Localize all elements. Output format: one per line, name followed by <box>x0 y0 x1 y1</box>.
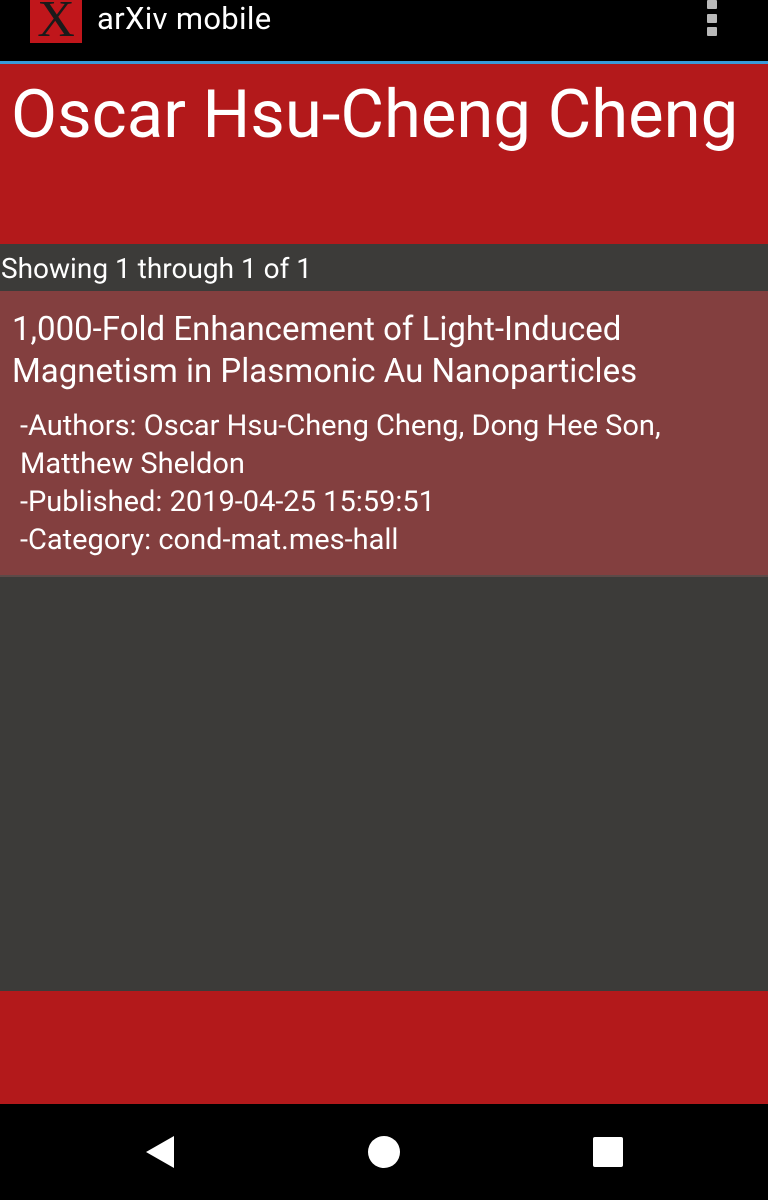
results-count-text: Showing 1 through 1 of 1 <box>1 252 313 285</box>
paper-published: -Published: 2019-04-25 15:59:51 <box>20 485 436 519</box>
paper-category: -Category: cond-mat.mes-hall <box>20 523 399 557</box>
system-nav-bar <box>0 1104 768 1200</box>
paper-authors: -Authors: Oscar Hsu-Cheng Cheng, Dong He… <box>20 409 661 481</box>
list-item[interactable]: 1,000-Fold Enhancement of Light-Induced … <box>0 291 768 577</box>
empty-list-area <box>0 577 768 991</box>
results-count-bar: Showing 1 through 1 of 1 <box>0 244 768 291</box>
recents-square-icon[interactable] <box>593 1137 623 1167</box>
author-header: Oscar Hsu-Cheng Cheng <box>0 64 768 244</box>
screen: X arXiv mobile Oscar Hsu-Cheng Cheng Sho… <box>0 0 768 1200</box>
paper-meta: -Authors: Oscar Hsu-Cheng Cheng, Dong He… <box>20 407 720 559</box>
paper-title: 1,000-Fold Enhancement of Light-Induced … <box>12 310 638 391</box>
home-circle-icon[interactable] <box>368 1136 400 1168</box>
arxiv-logo-icon: X <box>30 0 82 43</box>
author-name: Oscar Hsu-Cheng Cheng <box>11 76 739 154</box>
bottom-bar <box>0 991 768 1104</box>
app-bar: X arXiv mobile <box>0 0 768 61</box>
back-triangle-icon[interactable] <box>146 1136 174 1168</box>
logo-letter: X <box>37 0 75 43</box>
more-vert-icon[interactable] <box>694 0 730 40</box>
app-title: arXiv mobile <box>97 0 272 37</box>
